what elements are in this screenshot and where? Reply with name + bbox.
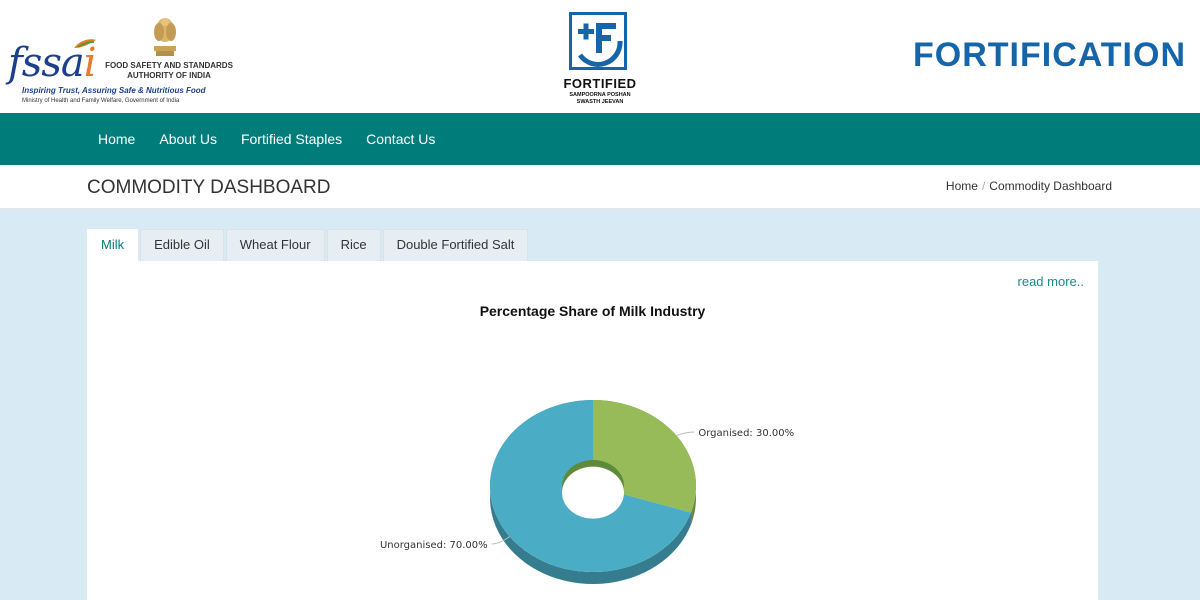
- breadcrumb-current: Commodity Dashboard: [989, 179, 1112, 193]
- page-heading-band: COMMODITY DASHBOARD Home / Commodity Dashb…: [0, 165, 1200, 209]
- tab-rice[interactable]: Rice: [326, 229, 381, 261]
- nav-item-fortified-staples[interactable]: Fortified Staples: [229, 113, 354, 165]
- slice-label-organised: Organised: 30.00%: [698, 428, 794, 439]
- authority-name: FOOD SAFETY AND STANDARDS AUTHORITY OF I…: [104, 61, 234, 81]
- nav-list: Home About Us Fortified Staples Contact …: [86, 113, 447, 165]
- nav-item-home[interactable]: Home: [86, 113, 147, 165]
- breadcrumb-home[interactable]: Home: [946, 179, 978, 193]
- fssai-logo-block[interactable]: fssai FOOD SAFETY AND STANDARDS AUTHORIT…: [8, 14, 248, 110]
- donut-hole: [562, 466, 624, 519]
- site-header: fssai FOOD SAFETY AND STANDARDS AUTHORIT…: [0, 0, 1200, 113]
- tab-milk[interactable]: Milk: [87, 229, 139, 261]
- pie-chart: Organised: 30.00% Unorganised: 70.00%: [380, 400, 794, 584]
- connector-line-organised: [676, 431, 695, 436]
- leaf-icon: [74, 39, 96, 48]
- fortified-sub-line-2: SWASTH JEEVAN: [576, 99, 624, 105]
- tab-wheat-flour[interactable]: Wheat Flour: [225, 229, 325, 261]
- fortified-sub-line-1: SAMPOORNA POSHAN: [569, 92, 631, 98]
- breadcrumb-separator: /: [981, 179, 986, 193]
- site-title: FORTIFICATION: [913, 36, 1186, 74]
- main-navbar: Home About Us Fortified Staples Contact …: [0, 113, 1200, 165]
- breadcrumb: Home / Commodity Dashboard: [946, 179, 1112, 193]
- page-title: COMMODITY DASHBOARD: [87, 177, 331, 198]
- authority-line-1: FOOD SAFETY AND STANDARDS: [105, 61, 233, 70]
- fortified-logo-subtitle: SAMPOORNA POSHAN SWASTH JEEVAN: [555, 92, 645, 106]
- commodity-tabs: Milk Edible Oil Wheat Flour Rice Double …: [87, 229, 530, 261]
- tab-double-fortified-salt[interactable]: Double Fortified Salt: [382, 229, 529, 261]
- plus-f-icon: [569, 12, 627, 70]
- ministry-text: Ministry of Health and Family Welfare, G…: [22, 98, 180, 104]
- slice-label-unorganised: Unorganised: 70.00%: [380, 540, 488, 551]
- tab-edible-oil[interactable]: Edible Oil: [140, 229, 224, 261]
- nav-item-contact-us[interactable]: Contact Us: [354, 113, 447, 165]
- tab-panel-milk: read more.. Percentage Share of Milk Ind…: [87, 261, 1098, 600]
- authority-line-2: AUTHORITY OF INDIA: [127, 71, 211, 80]
- fssai-tagline: Inspiring Trust, Assuring Safe & Nutriti…: [22, 86, 206, 95]
- fortified-logo-title: FORTIFIED: [563, 76, 637, 91]
- fortified-logo[interactable]: FORTIFIED SAMPOORNA POSHAN SWASTH JEEVAN: [555, 10, 645, 112]
- nav-item-about-us[interactable]: About Us: [147, 113, 229, 165]
- national-emblem-icon: [150, 14, 180, 58]
